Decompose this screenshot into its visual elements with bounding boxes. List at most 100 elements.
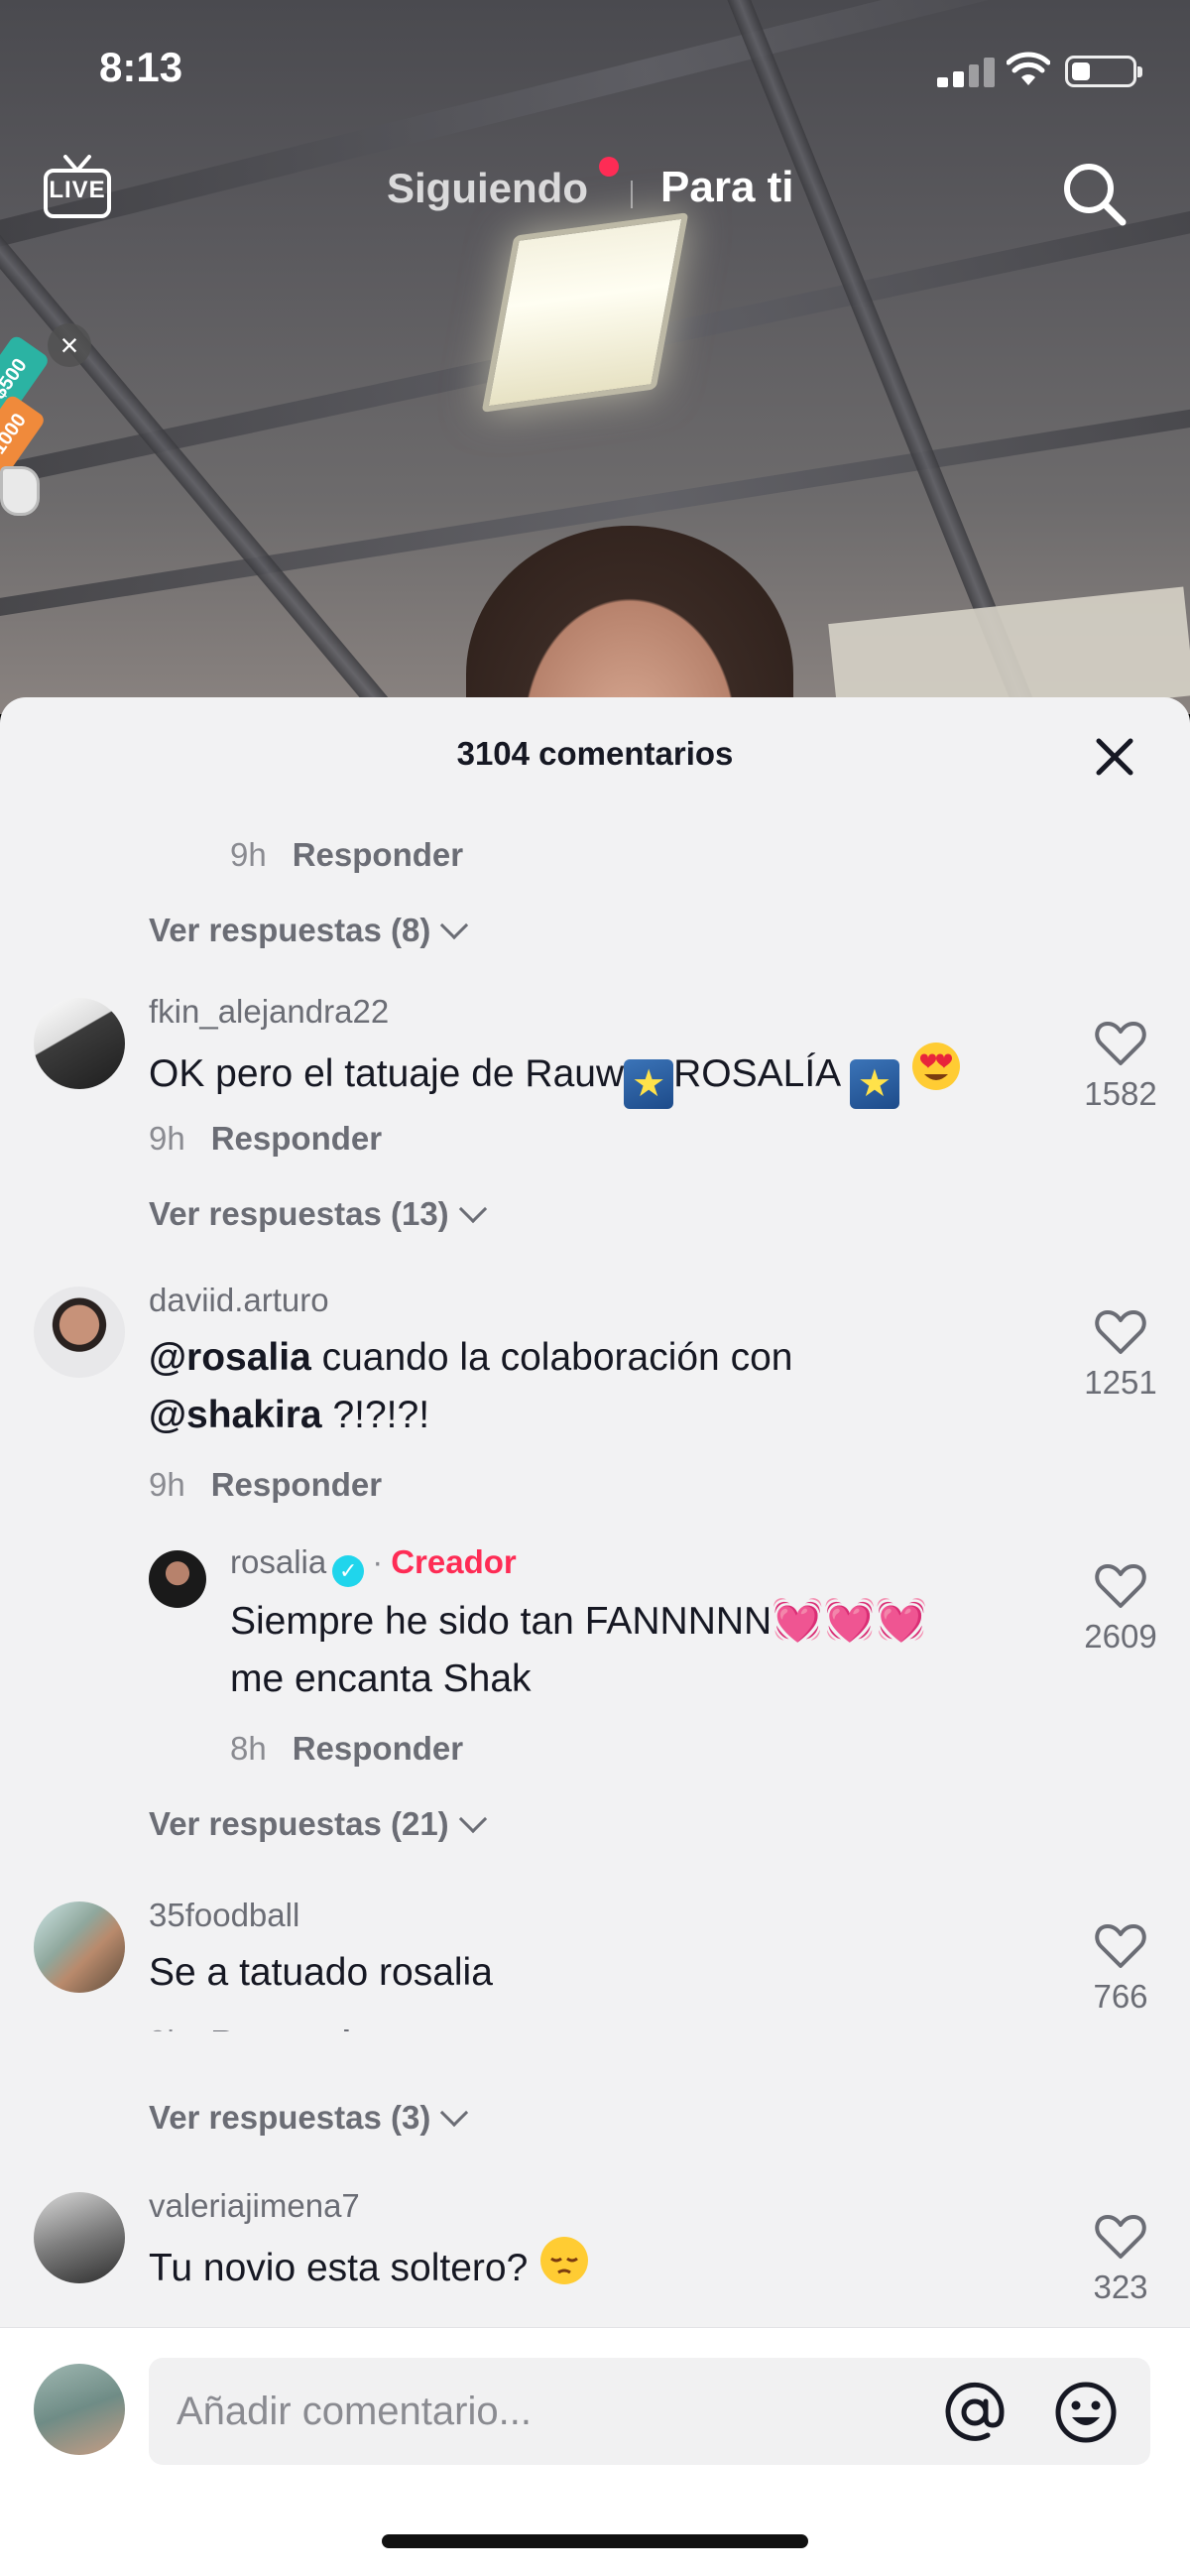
comment-username[interactable]: daviid.arturo: [149, 1282, 329, 1319]
heart-outline-icon: [1095, 1924, 1146, 1968]
battery-icon: [1065, 56, 1142, 87]
heart-eyes-emoji: [911, 1043, 960, 1090]
reply-button[interactable]: Responder: [211, 1466, 382, 1503]
comment-meta: 9h Responder: [149, 1466, 382, 1504]
avatar[interactable]: [149, 1550, 206, 1608]
heart-outline-icon: [1095, 1564, 1146, 1608]
comment-username[interactable]: rosalia: [230, 1543, 326, 1580]
home-indicator[interactable]: [382, 2534, 808, 2548]
like-button[interactable]: 1251: [1071, 1308, 1170, 1402]
gift-bag-icon: [0, 466, 40, 516]
view-replies-button[interactable]: Ver respuestas (8): [149, 911, 469, 949]
like-count: 323: [1093, 2269, 1148, 2305]
comment-text-part: ?!?!?!: [321, 1394, 430, 1436]
like-count: 2609: [1084, 1618, 1157, 1655]
comment-meta: 9h Responder: [230, 836, 463, 874]
like-count: 766: [1093, 1978, 1148, 2015]
promo-sticker[interactable]: $500 $1000 ×: [0, 317, 99, 526]
separator-dot: ·: [372, 1543, 384, 1580]
star-emoji: ★: [849, 1059, 899, 1109]
comment-time: 9h: [149, 1120, 185, 1157]
comment-text-part: OK pero el tatuaje de Rauw: [149, 1052, 625, 1095]
ceiling-light: [481, 212, 689, 413]
avatar[interactable]: [34, 998, 125, 1089]
reply-button[interactable]: Responder: [293, 1730, 463, 1767]
comment-text: OK pero el tatuaje de Rauw ★ ROSALÍA ★: [149, 1041, 1041, 1109]
comment-time: 9h: [149, 2024, 185, 2031]
notification-dot: [599, 157, 619, 177]
chevron-down-icon: [440, 2098, 469, 2128]
comment-input[interactable]: Añadir comentario...: [149, 2358, 1150, 2465]
like-button[interactable]: 766: [1071, 1922, 1170, 2016]
view-replies-label: Ver respuestas (3): [149, 2099, 431, 2136]
reply-username-row: rosalia ✓ · Creador: [230, 1543, 517, 1587]
comment-text: Se a tatuado rosalia: [149, 1951, 493, 1994]
comment-username[interactable]: fkin_alejandra22: [149, 993, 389, 1031]
comment-time: 9h: [149, 1466, 185, 1503]
chevron-down-icon: [458, 1194, 487, 1224]
view-replies-button[interactable]: Ver respuestas (21): [149, 1804, 487, 1843]
comments-sheet: 3104 comentarios 9h Responder Ver respues…: [0, 697, 1190, 2576]
top-nav: LIVE Siguiendo Para ti: [0, 149, 1190, 238]
reply-button[interactable]: Responder: [293, 836, 463, 873]
promo-close-icon[interactable]: ×: [48, 323, 91, 367]
comment-meta: 9h Responder: [149, 1120, 382, 1158]
like-button[interactable]: 2609: [1071, 1562, 1170, 1656]
status-bar: 8:13: [0, 0, 1190, 139]
like-count: 1582: [1084, 1075, 1157, 1112]
comments-count-title: 3104 comentarios: [456, 735, 734, 772]
my-avatar[interactable]: [34, 2364, 125, 2455]
chevron-down-icon: [440, 911, 469, 940]
avatar[interactable]: [34, 1287, 125, 1378]
mention-at-icon[interactable]: [942, 2380, 1008, 2445]
heart-outline-icon: [1095, 1022, 1146, 1065]
comment-text: Siempre he sido tan FANNNNN💓💓💓 me encant…: [230, 1591, 1043, 1708]
heart-outline-icon: [1095, 2215, 1146, 2259]
heart-outline-icon: [1095, 1310, 1146, 1354]
comment-username[interactable]: valeriajimena7: [149, 2187, 360, 2225]
like-count: 1251: [1084, 1364, 1157, 1401]
wifi-icon: [1007, 52, 1050, 85]
search-icon[interactable]: [1059, 159, 1129, 228]
pensive-face-emoji: [540, 2237, 589, 2284]
view-replies-label: Ver respuestas (21): [149, 1805, 449, 1842]
comment-text-part: cuando la colaboración con: [310, 1336, 793, 1379]
comment-text-part: ROSALÍA: [673, 1052, 840, 1095]
comment-meta: 9h Responder: [149, 2024, 382, 2031]
mention-link[interactable]: @shakira: [149, 1394, 322, 1436]
verified-badge-icon: ✓: [332, 1555, 365, 1587]
comment-text-part: me encanta Shak: [230, 1657, 532, 1700]
tab-for-you[interactable]: Para ti: [660, 163, 794, 212]
avatar[interactable]: [34, 2192, 125, 2283]
comments-list[interactable]: 9h Responder Ver respuestas (8) fkin_alej…: [0, 787, 1190, 2031]
comment-text-part: Tu novio esta soltero?: [149, 2247, 539, 2289]
comment-input-bar: Añadir comentario...: [0, 2327, 1190, 2576]
close-icon[interactable]: [1089, 731, 1140, 783]
like-button[interactable]: 323: [1071, 2213, 1170, 2306]
live-button[interactable]: LIVE: [40, 155, 115, 226]
view-replies-button[interactable]: Ver respuestas (3): [149, 2098, 469, 2137]
avatar[interactable]: [34, 1901, 125, 1993]
comment-input-placeholder: Añadir comentario...: [177, 2390, 532, 2433]
star-emoji: ★: [624, 1059, 674, 1109]
chevron-down-icon: [458, 1804, 487, 1834]
comment-time: 9h: [230, 836, 267, 873]
battery-level: [1072, 62, 1090, 80]
video-person: [466, 526, 793, 714]
comment-username[interactable]: 35foodball: [149, 1897, 299, 1934]
tab-following[interactable]: Siguiendo: [387, 165, 588, 212]
creator-badge: Creador: [391, 1543, 517, 1580]
mention-link[interactable]: @rosalia: [149, 1336, 311, 1379]
comment-meta: 8h Responder: [230, 1730, 463, 1768]
comment-text: Tu novio esta soltero?: [149, 2235, 1021, 2297]
reply-button[interactable]: Responder: [211, 1120, 382, 1157]
comment-text-part: Siempre he sido tan FANNNNN: [230, 1600, 773, 1643]
reply-button[interactable]: Responder: [211, 2024, 382, 2031]
comment-text: @rosalia cuando la colaboración con @sha…: [149, 1329, 1021, 1444]
cellular-signal-icon: [937, 56, 995, 87]
live-label: LIVE: [49, 177, 106, 203]
like-button[interactable]: 1582: [1071, 1020, 1170, 1113]
view-replies-button[interactable]: Ver respuestas (13): [149, 1194, 487, 1233]
emoji-icon[interactable]: [1053, 2380, 1119, 2445]
pink-heart-emoji: 💓💓💓: [772, 1596, 928, 1643]
